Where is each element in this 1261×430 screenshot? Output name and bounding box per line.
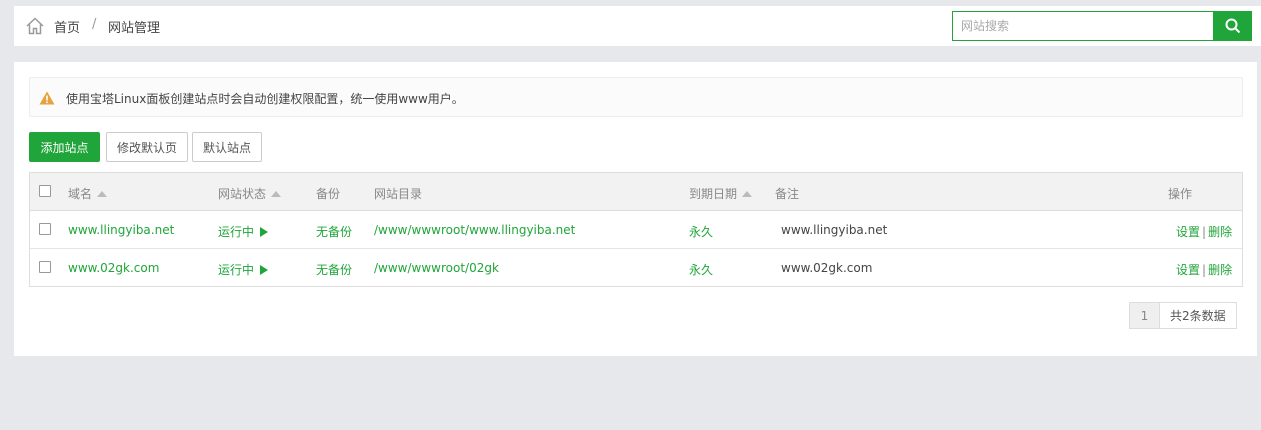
breadcrumb-home[interactable]: 首页 [54,17,80,36]
notice-banner: 使用宝塔Linux面板创建站点时会自动创建权限配置，统一使用www用户。 [29,77,1243,117]
delete-link[interactable]: 删除 [1208,225,1232,239]
backup-link[interactable]: 无备份 [316,223,352,240]
breadcrumb-current: 网站管理 [108,21,161,36]
page-number[interactable]: 1 [1130,303,1160,328]
play-icon [260,265,269,275]
sort-asc-icon [742,191,753,197]
site-domain-link[interactable]: www.llingyiba.net [68,223,174,237]
row-checkbox[interactable] [39,261,51,273]
header-remark: 备注 [775,187,800,201]
header-status[interactable]: 网站状态 [218,185,282,202]
remark-field[interactable]: www.02gk.com [781,261,872,275]
expire-date-link[interactable]: 永久 [689,223,713,240]
backup-link[interactable]: 无备份 [316,261,352,278]
site-table: 域名 网站状态 备份 网站目录 到期日期 备注 操作 www.llingyiba… [29,172,1243,287]
search-icon [1225,18,1240,34]
header-backup: 备份 [316,187,341,201]
site-domain-link[interactable]: www.02gk.com [68,261,159,275]
warning-icon [39,91,55,105]
site-dir-link[interactable]: /www/wwwroot/www.llingyiba.net [374,223,575,237]
row-checkbox[interactable] [39,223,51,235]
play-icon [260,227,269,237]
header-expire[interactable]: 到期日期 [689,185,753,202]
search-button[interactable] [1213,11,1252,41]
header-dir: 网站目录 [374,187,423,201]
site-status-toggle[interactable]: 运行中 [218,223,269,240]
home-icon[interactable] [25,16,45,36]
remark-field[interactable]: www.llingyiba.net [781,223,887,237]
header-domain[interactable]: 域名 [68,185,108,202]
total-count: 共2条数据 [1160,303,1236,328]
site-search-input[interactable] [952,11,1214,41]
pagination: 1 共2条数据 [1129,302,1237,329]
table-row: www.02gk.com 运行中 无备份 /www/wwwroot/02gk 永… [30,249,1242,287]
select-all-checkbox[interactable] [39,185,51,197]
notice-text: 使用宝塔Linux面板创建站点时会自动创建权限配置，统一使用www用户。 [66,92,464,106]
site-status-toggle[interactable]: 运行中 [218,261,269,278]
sort-asc-icon [97,191,108,197]
edit-default-page-button[interactable]: 修改默认页 [106,132,188,162]
site-dir-link[interactable]: /www/wwwroot/02gk [374,261,499,275]
settings-link[interactable]: 设置 [1176,263,1200,277]
top-bar: 首页 / 网站管理 [14,6,1261,46]
add-site-button[interactable]: 添加站点 [29,132,100,162]
settings-link[interactable]: 设置 [1176,225,1200,239]
sort-asc-icon [271,191,282,197]
expire-date-link[interactable]: 永久 [689,261,713,278]
row-actions: 设置 | 删除 [1176,263,1233,277]
delete-link[interactable]: 删除 [1208,263,1232,277]
default-site-button[interactable]: 默认站点 [192,132,262,162]
table-row: www.llingyiba.net 运行中 无备份 /www/wwwroot/w… [30,211,1242,249]
header-ops: 操作 [1168,187,1193,201]
table-header: 域名 网站状态 备份 网站目录 到期日期 备注 操作 [30,173,1242,211]
site-panel: 使用宝塔Linux面板创建站点时会自动创建权限配置，统一使用www用户。 添加站… [14,62,1257,356]
row-actions: 设置 | 删除 [1176,225,1233,239]
breadcrumb-separator: / [92,17,97,32]
